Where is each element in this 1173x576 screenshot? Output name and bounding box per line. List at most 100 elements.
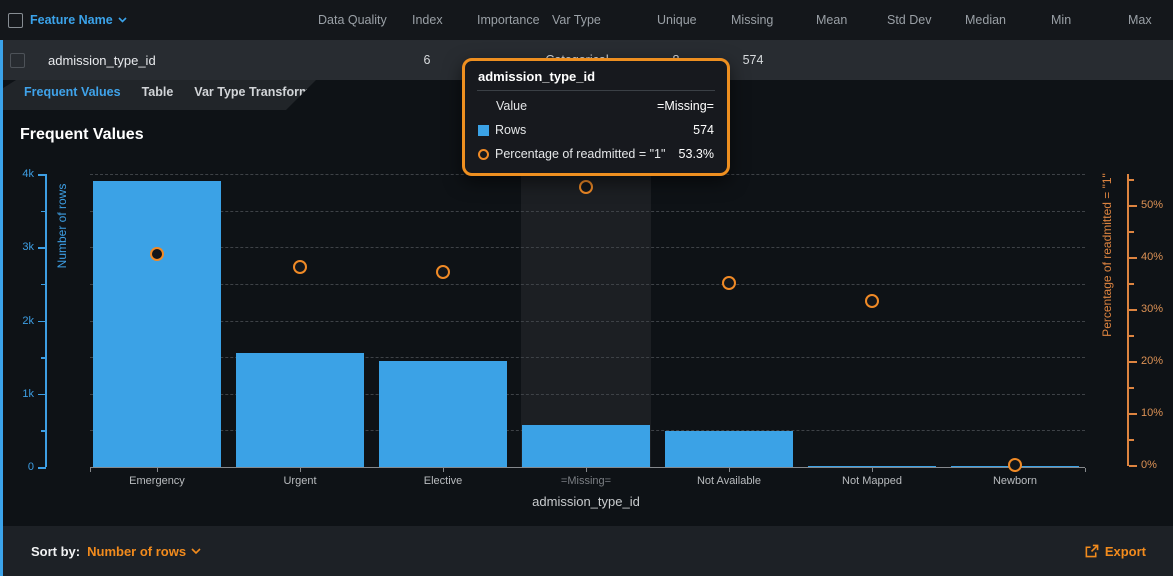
x-label-missing: =Missing= [520, 475, 652, 487]
x-label-elective: Elective [377, 475, 509, 487]
tooltip-title: admission_type_id [465, 61, 727, 90]
x-axis-tick [443, 468, 444, 472]
right-axis-minor-tick [1129, 179, 1134, 181]
bar-elective[interactable] [379, 361, 507, 467]
left-axis-minor-tick [41, 211, 46, 213]
right-axis-tick-label: 20% [1141, 355, 1163, 367]
sort-by-label: Sort by: [31, 544, 80, 559]
gridline [90, 247, 1085, 248]
bar-missing[interactable] [522, 425, 650, 467]
bar-not-available[interactable] [665, 431, 793, 467]
gridline [90, 211, 1085, 212]
left-axis-tick [38, 394, 46, 396]
column-header-data-quality[interactable]: Data Quality [318, 0, 387, 40]
export-button[interactable]: Export [1084, 544, 1146, 559]
select-all-checkbox[interactable] [8, 13, 23, 28]
left-axis-tick-label: 2k [4, 315, 34, 327]
feature-row-checkbox[interactable] [10, 53, 25, 68]
column-header-max[interactable]: Max [1128, 0, 1152, 40]
column-header-mean[interactable]: Mean [816, 0, 847, 40]
column-header-unique[interactable]: Unique [657, 0, 697, 40]
right-axis-tick [1129, 205, 1137, 207]
index-cell: 6 [402, 40, 452, 80]
x-axis-tick [300, 468, 301, 472]
marker-not-mapped[interactable] [865, 294, 879, 308]
x-axis-tick [872, 468, 873, 472]
x-axis-end-tick [90, 468, 91, 472]
tooltip-row-rows: Rows 574 [465, 118, 727, 142]
left-axis-tick-label: 0 [4, 461, 34, 473]
feature-name-cell[interactable]: admission_type_id [48, 40, 156, 80]
sort-by-value: Number of rows [87, 544, 186, 559]
right-axis-minor-tick [1129, 387, 1134, 389]
missing-cell: 574 [728, 40, 778, 80]
right-axis-minor-tick [1129, 335, 1134, 337]
left-axis-tick-label: 4k [4, 168, 34, 180]
x-label-not-mapped: Not Mapped [806, 475, 938, 487]
selected-row-accent [0, 40, 3, 576]
chevron-down-icon [118, 17, 127, 23]
tooltip-row-value: Value =Missing= [465, 94, 727, 118]
column-header-index[interactable]: Index [412, 0, 443, 40]
marker-newborn[interactable] [1008, 458, 1022, 472]
left-axis-tick [38, 321, 46, 323]
hover-highlight-band [521, 171, 651, 467]
x-axis-line [90, 467, 1085, 468]
tooltip-divider [477, 90, 715, 91]
left-axis-minor-tick [41, 284, 46, 286]
footer-bar: Sort by: Number of rows Export [0, 526, 1173, 576]
rows-legend-icon [478, 125, 489, 136]
right-axis-minor-tick [1129, 283, 1134, 285]
left-axis-title: Number of rows [55, 184, 69, 269]
x-axis-end-tick [1085, 468, 1086, 472]
column-header-median[interactable]: Median [965, 0, 1006, 40]
column-header-var-type[interactable]: Var Type [552, 0, 601, 40]
right-axis-tick-label: 10% [1141, 407, 1163, 419]
x-label-not-available: Not Available [663, 475, 795, 487]
left-axis-tick [38, 247, 46, 249]
x-axis-tick [586, 468, 587, 472]
sort-by-dropdown[interactable]: Number of rows [87, 544, 201, 559]
feature-data-screen: Feature Name Data Quality Index Importan… [0, 0, 1173, 576]
column-header-min[interactable]: Min [1051, 0, 1071, 40]
gridline [90, 284, 1085, 285]
left-axis-tick [38, 174, 46, 176]
x-label-emergency: Emergency [91, 475, 223, 487]
spacer [478, 100, 490, 112]
marker-missing[interactable] [579, 180, 593, 194]
feature-name-column-label: Feature Name [30, 13, 113, 27]
column-header-importance[interactable]: Importance [477, 0, 540, 40]
right-axis-minor-tick [1129, 231, 1134, 233]
bar-urgent[interactable] [236, 353, 364, 467]
column-header-std-dev[interactable]: Std Dev [887, 0, 931, 40]
section-title: Frequent Values [20, 126, 144, 144]
right-axis-title: Percentage of readmitted = "1" [1100, 173, 1114, 337]
marker-urgent[interactable] [293, 260, 307, 274]
export-label: Export [1105, 544, 1146, 559]
right-axis-tick-label: 50% [1141, 199, 1163, 211]
right-axis-tick [1129, 309, 1137, 311]
marker-not-available[interactable] [722, 276, 736, 290]
tab-table[interactable]: Table [142, 85, 174, 110]
column-header-missing[interactable]: Missing [731, 0, 773, 40]
x-label-urgent: Urgent [234, 475, 366, 487]
right-axis-tick-label: 40% [1141, 251, 1163, 263]
left-axis-tick [38, 467, 46, 469]
column-header-feature-name[interactable]: Feature Name [30, 0, 127, 40]
bar-emergency[interactable] [93, 181, 221, 467]
right-axis-tick-label: 0% [1141, 459, 1157, 471]
percentage-legend-icon [478, 149, 489, 160]
left-axis-minor-tick [41, 430, 46, 432]
tab-frequent-values[interactable]: Frequent Values [24, 85, 121, 110]
marker-elective[interactable] [436, 265, 450, 279]
chevron-down-icon [191, 548, 201, 555]
marker-emergency[interactable] [150, 247, 164, 261]
left-axis-tick-label: 1k [4, 388, 34, 400]
tooltip-row-percentage: Percentage of readmitted = "1" 53.3% [465, 142, 727, 166]
left-axis-tick-label: 3k [4, 241, 34, 253]
right-axis-tick [1129, 361, 1137, 363]
x-label-newborn: Newborn [949, 475, 1081, 487]
left-axis-minor-tick [41, 357, 46, 359]
chart-tooltip: admission_type_id Value =Missing= Rows 5… [462, 58, 730, 176]
right-axis-tick-label: 30% [1141, 303, 1163, 315]
